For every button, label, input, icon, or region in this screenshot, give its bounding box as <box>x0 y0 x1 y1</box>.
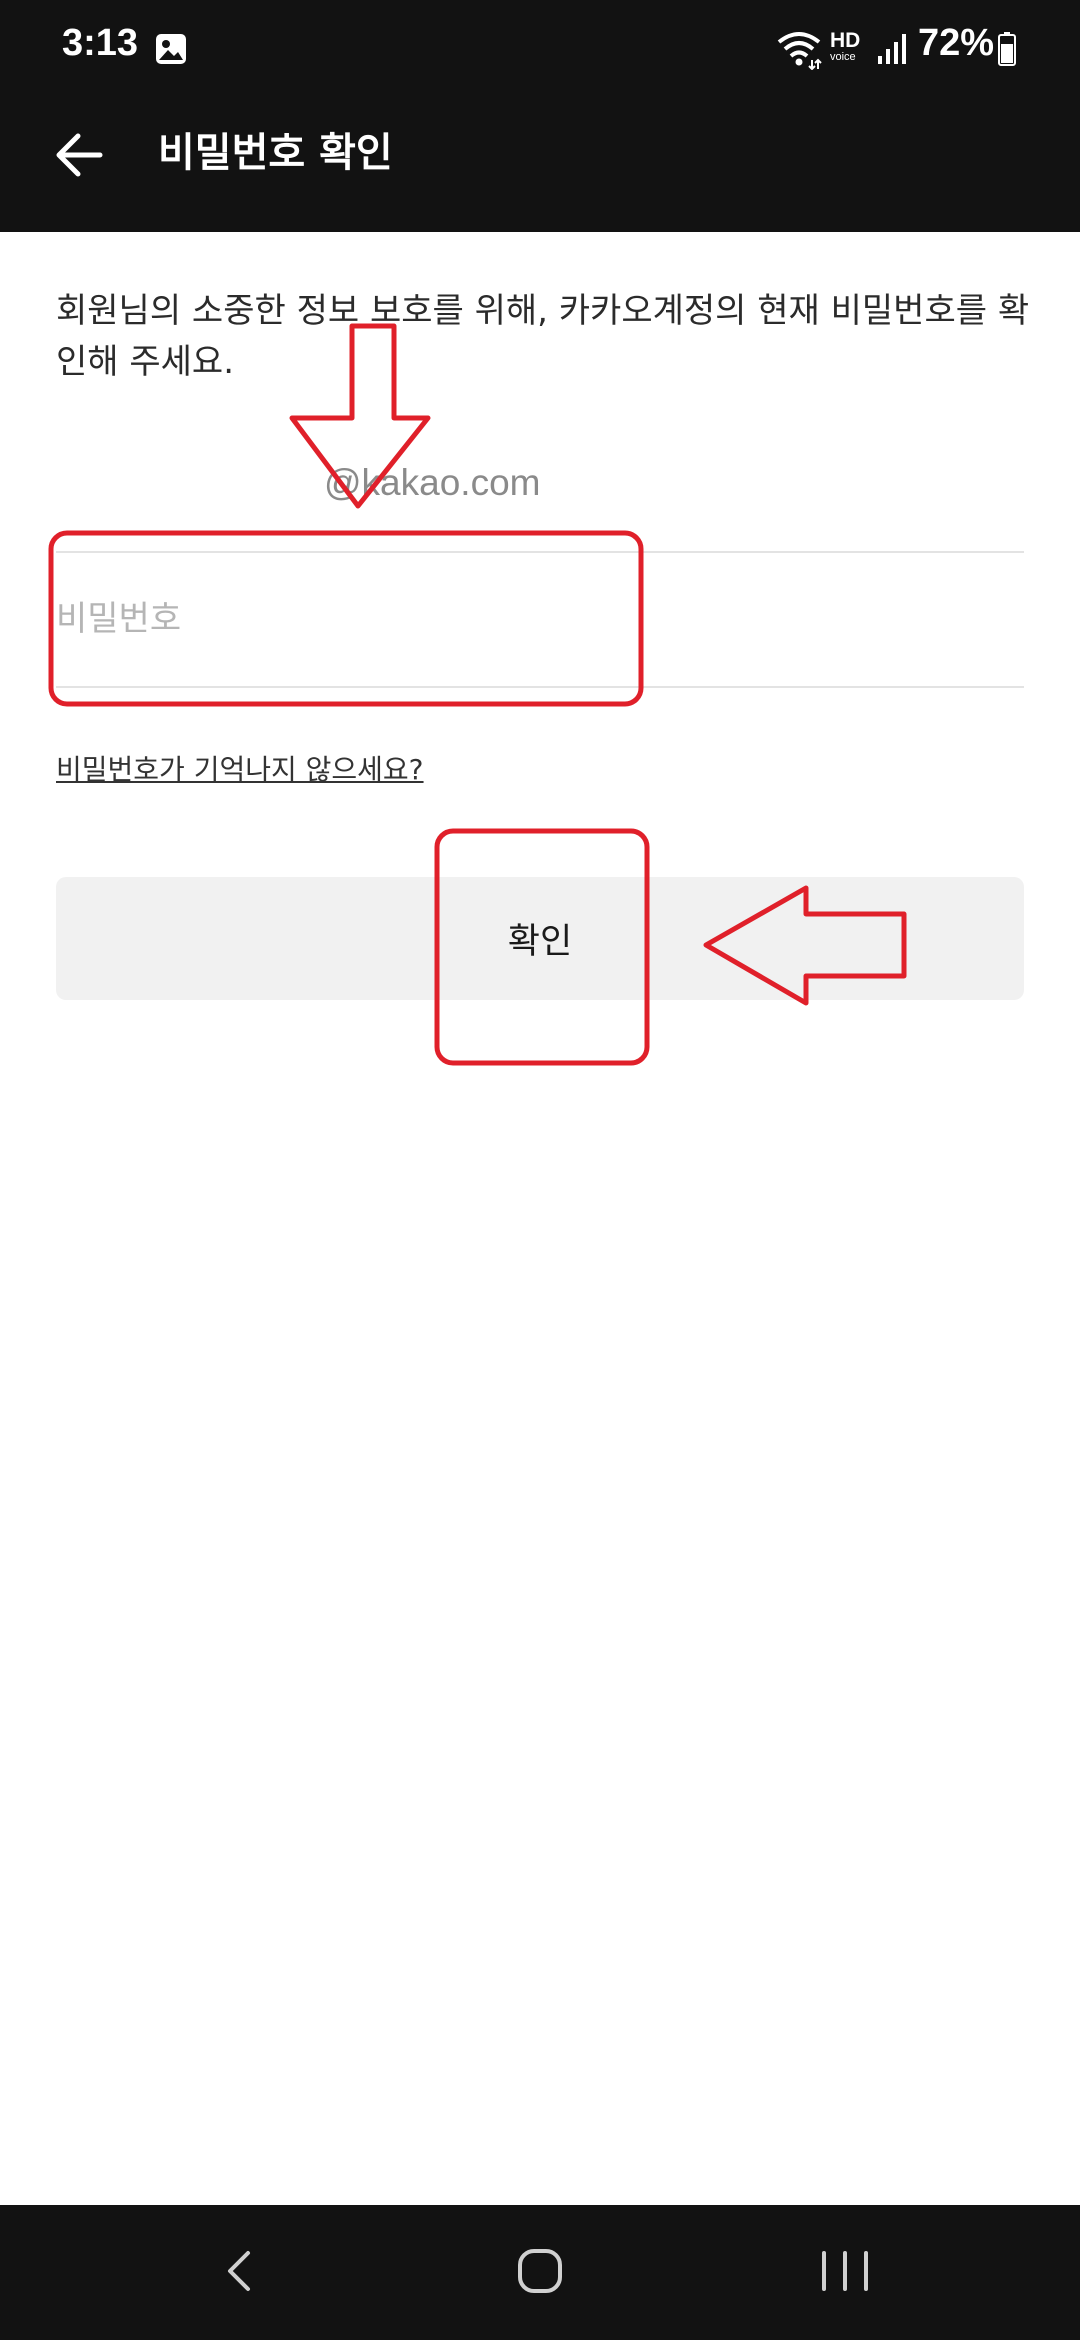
nav-back-icon[interactable] <box>210 2241 270 2301</box>
nav-home-icon[interactable] <box>510 2241 570 2301</box>
nav-recents-icon[interactable] <box>812 2241 878 2301</box>
wifi-icon <box>777 32 822 70</box>
battery-icon <box>998 32 1016 66</box>
status-time: 3:13 <box>62 22 139 64</box>
voice-label: voice <box>830 51 856 63</box>
hd-voice-icon: HD voice <box>830 30 874 70</box>
confirm-button[interactable]: 확인 <box>56 877 1024 1000</box>
status-bar: 3:13 HD voice 72% <box>0 0 1080 100</box>
input-divider-bottom <box>56 686 1024 688</box>
battery-percent: 72% <box>918 22 995 64</box>
app-bar: 비밀번호 확인 <box>0 100 1080 232</box>
page-title: 비밀번호 확인 <box>158 130 393 176</box>
forgot-password-link[interactable]: 비밀번호가 기억나지 않으세요? <box>56 748 424 788</box>
account-email: @kakao.com <box>324 462 541 503</box>
password-field[interactable] <box>56 553 1024 685</box>
description-text: 회원님의 소중한 정보 보호를 위해, 카카오계정의 현재 비밀번호를 확인해 … <box>56 291 1030 382</box>
navigation-bar <box>0 2205 1080 2340</box>
gallery-icon <box>156 34 186 64</box>
hd-label: HD <box>830 29 861 52</box>
back-arrow-icon[interactable] <box>48 124 110 186</box>
signal-icon <box>878 34 906 64</box>
